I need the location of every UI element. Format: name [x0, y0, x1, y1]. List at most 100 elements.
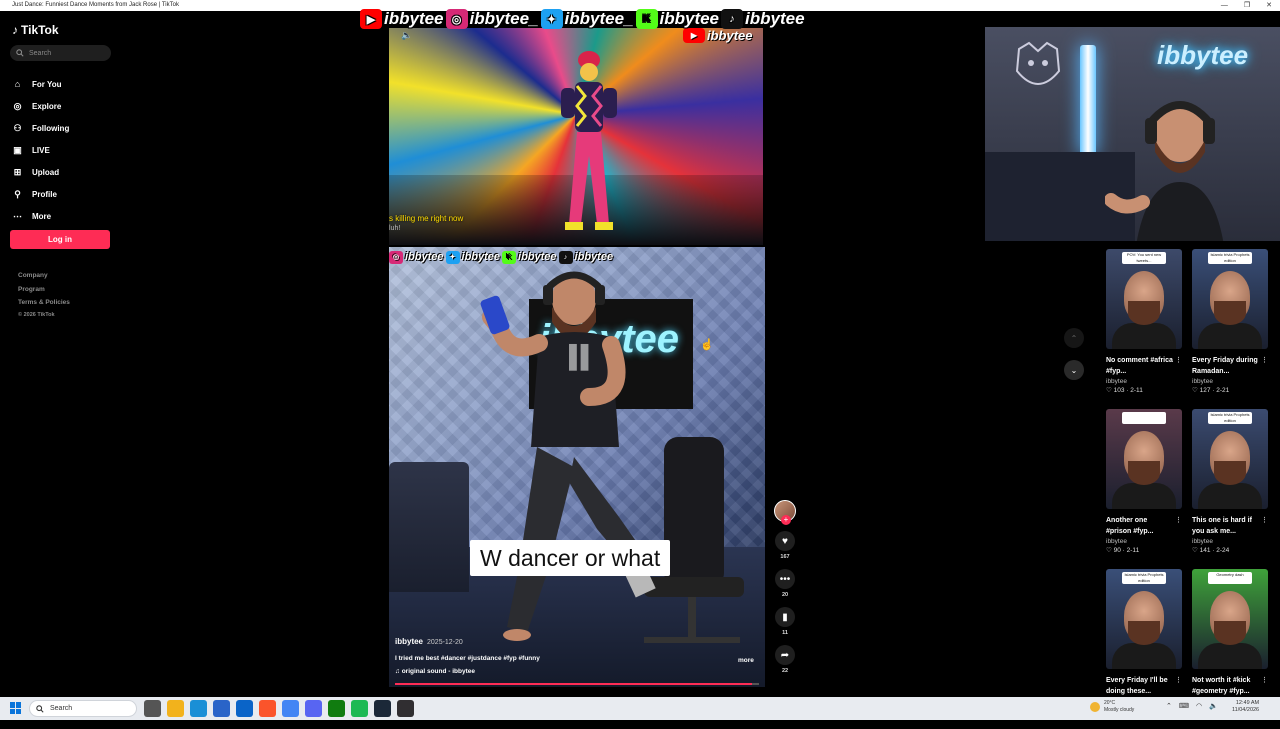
- file-explorer-icon[interactable]: [167, 700, 184, 717]
- creator-avatar[interactable]: +: [774, 500, 796, 525]
- heart-outline-icon: ♡: [1106, 387, 1114, 394]
- video-progress-bar[interactable]: [395, 683, 759, 685]
- brave-icon[interactable]: [259, 700, 276, 717]
- footer-link-company[interactable]: Company: [18, 269, 70, 283]
- video-previous[interactable]: s killing me right now luh!: [389, 28, 763, 245]
- card-thumbnail[interactable]: Geometry dash: [1192, 569, 1268, 669]
- nav-item-upload[interactable]: ⊞ Upload: [12, 161, 69, 183]
- tiktok-icon: ♪: [721, 9, 744, 29]
- taskbar-search[interactable]: Search: [29, 700, 137, 717]
- maximize-button[interactable]: ❐: [1244, 0, 1250, 11]
- weather-desc: Mostly cloudy: [1104, 706, 1135, 713]
- share-icon[interactable]: ➦: [775, 645, 795, 665]
- nav-item-more[interactable]: ⋯ More: [12, 205, 69, 227]
- speaker-icon[interactable]: 🔈: [1209, 702, 1218, 710]
- close-button[interactable]: ✕: [1266, 0, 1272, 11]
- video-author[interactable]: ibbytee: [395, 637, 423, 646]
- video-sound[interactable]: ♫ original sound - ibbytee: [395, 668, 540, 675]
- thumb-beard: [1128, 621, 1160, 645]
- card-author[interactable]: ibbytee: [1106, 378, 1182, 385]
- search-input[interactable]: Search: [10, 45, 111, 61]
- card-author[interactable]: ibbytee: [1106, 538, 1182, 545]
- scroll-down-button[interactable]: ⌄: [1064, 360, 1084, 380]
- wifi-icon[interactable]: ◠: [1196, 702, 1202, 710]
- xbox-icon[interactable]: [328, 700, 345, 717]
- card-thumbnail[interactable]: Islamic trivia Prophets edition: [1192, 409, 1268, 509]
- nav-item-profile[interactable]: ⚲ Profile: [12, 183, 69, 205]
- more-options-icon[interactable]: ⋮: [1261, 515, 1268, 526]
- scroll-up-button[interactable]: ⌃: [1064, 328, 1084, 348]
- more-options-icon[interactable]: ⋮: [1175, 675, 1182, 686]
- profile-icon: ⚲: [14, 188, 21, 199]
- nav-item-explore[interactable]: ◎ Explore: [12, 95, 69, 117]
- recommended-card[interactable]: Islamic trivia Prophets edition Every Fr…: [1192, 249, 1268, 409]
- card-title[interactable]: Every Friday I'll be doing these... ⋮: [1106, 675, 1182, 697]
- footer-link-terms[interactable]: Terms & Policies: [18, 296, 70, 310]
- like-action[interactable]: ♥ 167: [774, 531, 796, 560]
- windows-taskbar: Search 20°C Mostly cloudy ⌃ ⌨ ◠ 🔈 12:49 …: [0, 697, 1280, 720]
- volume-icon[interactable]: 🔈: [401, 30, 412, 41]
- more-options-icon[interactable]: ⋮: [1261, 355, 1268, 366]
- task-view-icon[interactable]: [144, 700, 161, 717]
- card-title[interactable]: Every Friday during Ramadan... ⋮: [1192, 355, 1268, 377]
- card-thumbnail[interactable]: Islamic trivia Prophets edition: [1106, 569, 1182, 669]
- more-options-icon[interactable]: ⋮: [1175, 515, 1182, 526]
- card-title[interactable]: Another one #prison #fyp... ⋮: [1106, 515, 1182, 537]
- edge-icon[interactable]: [190, 700, 207, 717]
- chrome-icon[interactable]: [282, 700, 299, 717]
- share-action[interactable]: ➦ 22: [774, 645, 796, 674]
- pause-icon[interactable]: ▌▌: [569, 344, 596, 370]
- video-current[interactable]: ibbytee ▌▌ ◎ ibbytee ✦ ibbytee K ibbytee…: [389, 247, 765, 687]
- dancing-person: [480, 271, 656, 641]
- card-thumbnail[interactable]: POV: You sent new tweets...: [1106, 249, 1182, 349]
- keyboard-icon[interactable]: ⌨: [1179, 702, 1189, 710]
- kick-icon: K: [502, 250, 517, 264]
- heart-icon[interactable]: ♥: [775, 531, 795, 551]
- card-title-text: Every Friday during Ramadan...: [1192, 357, 1258, 375]
- comment-icon[interactable]: •••: [775, 569, 795, 589]
- tiktok-logo[interactable]: ♪ TikTok: [12, 23, 59, 37]
- card-title[interactable]: No comment #africa #fyp... ⋮: [1106, 355, 1182, 377]
- nav-item-live[interactable]: ▣ LIVE: [12, 139, 69, 161]
- card-title[interactable]: Not worth it #kick #geometry #fyp... ⋮: [1192, 675, 1268, 697]
- card-thumbnail[interactable]: Islamic trivia Prophets edition: [1192, 249, 1268, 349]
- clock-time: 12:49 AM: [1235, 700, 1260, 706]
- outlook-icon[interactable]: [236, 700, 253, 717]
- taskbar-clock[interactable]: 12:49 AM 11/04/2026: [1232, 700, 1259, 714]
- card-thumbnail[interactable]: [1106, 409, 1182, 509]
- windows-start-icon[interactable]: [10, 702, 22, 714]
- discord-icon[interactable]: [305, 700, 322, 717]
- more-options-icon[interactable]: ⋮: [1175, 355, 1182, 366]
- banner-instagram-handle: ibbytee_: [469, 9, 539, 28]
- nav-item-for-you[interactable]: ⌂ For You: [12, 73, 69, 95]
- more-link[interactable]: more: [738, 657, 754, 664]
- more-options-icon[interactable]: ⋮: [1261, 675, 1268, 686]
- weather-widget[interactable]: 20°C Mostly cloudy: [1090, 700, 1134, 713]
- recommended-card[interactable]: POV: You sent new tweets... No comment #…: [1106, 249, 1182, 409]
- card-author[interactable]: ibbytee: [1192, 538, 1268, 545]
- recommended-card[interactable]: Islamic trivia Prophets edition This one…: [1192, 409, 1268, 569]
- login-button[interactable]: Log in: [10, 230, 110, 249]
- spotify-icon[interactable]: [351, 700, 368, 717]
- card-title-text: Every Friday I'll be doing these...: [1106, 677, 1168, 695]
- steam-icon[interactable]: [374, 700, 391, 717]
- social-banner: ▶ ibbytee ◎ ibbytee_ ✦ ibbytee_ K ibbyte…: [360, 7, 805, 31]
- chevron-up-icon[interactable]: ⌃: [1166, 702, 1172, 710]
- banner-twitter-handle: ibbytee_: [564, 9, 634, 28]
- sound-label: original sound - ibbytee: [401, 668, 475, 675]
- nav-item-following[interactable]: ⚇ Following: [12, 117, 69, 139]
- obs-icon[interactable]: [397, 700, 414, 717]
- nav-label: Following: [32, 123, 70, 133]
- store-icon[interactable]: [213, 700, 230, 717]
- comment-action[interactable]: ••• 20: [774, 569, 796, 598]
- recommended-card[interactable]: Another one #prison #fyp... ⋮ ibbytee ♡ 9…: [1106, 409, 1182, 569]
- follow-plus-icon[interactable]: +: [781, 515, 791, 525]
- bookmark-icon[interactable]: ▮: [775, 607, 795, 627]
- save-action[interactable]: ▮ 11: [774, 607, 796, 636]
- heart-outline-icon: ♡: [1192, 387, 1200, 394]
- card-title[interactable]: This one is hard if you ask me... ⋮: [1192, 515, 1268, 537]
- twitter-icon: ✦: [540, 9, 563, 29]
- card-author[interactable]: ibbytee: [1192, 378, 1268, 385]
- footer-link-program[interactable]: Program: [18, 283, 70, 297]
- minimize-button[interactable]: —: [1221, 0, 1228, 11]
